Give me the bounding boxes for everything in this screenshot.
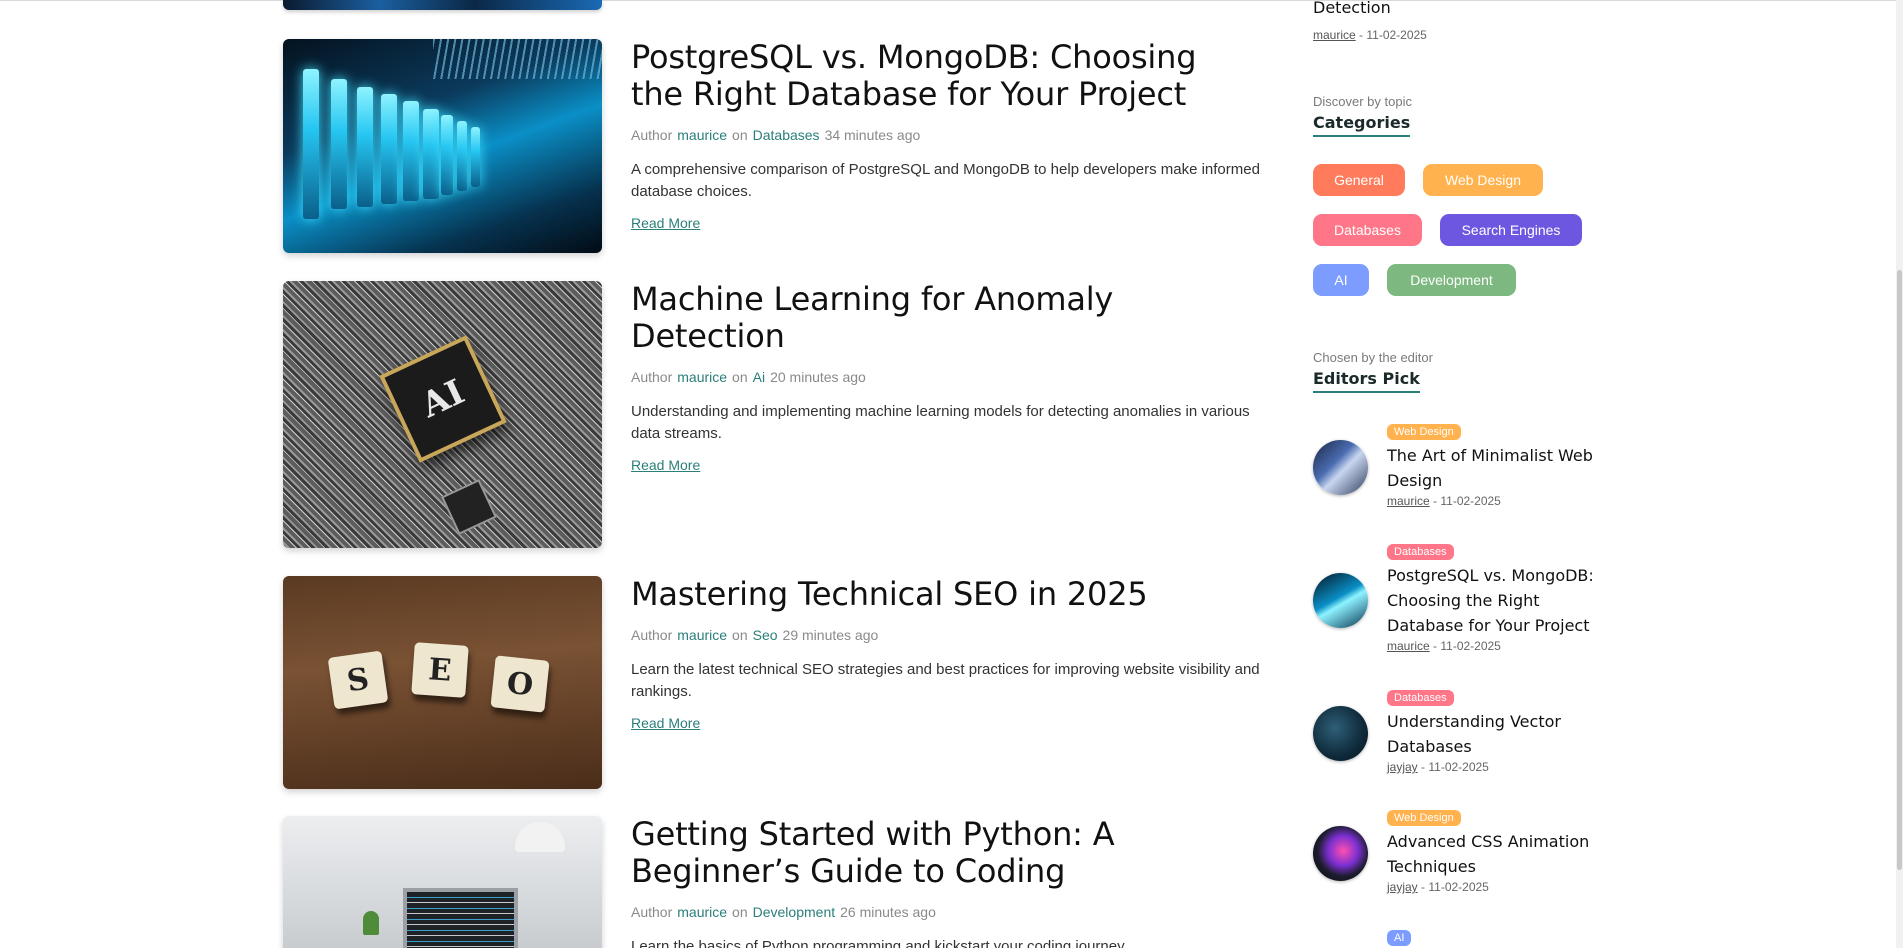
post-time: 26 minutes ago [840,904,936,920]
category-pill-ai[interactable]: AI [1313,264,1369,296]
category-link[interactable]: Seo [753,627,778,643]
categories-heading: Categories [1313,113,1411,137]
post-avatar[interactable] [1313,706,1368,761]
categories-header: Discover by topic Categories [1313,94,1412,137]
post-time: 29 minutes ago [782,627,879,643]
read-more-link[interactable]: Read More [631,715,700,731]
post-time: 20 minutes ago [770,369,866,385]
post-thumbnail[interactable]: S E O [283,576,602,789]
category-badge[interactable]: Web Design [1387,424,1461,440]
read-more-link[interactable]: Read More [631,215,700,231]
post-meta: Author maurice on Development 26 minutes ago [631,904,936,920]
editors-pick-heading: Editors Pick [1313,369,1420,393]
author-link[interactable]: maurice [1387,639,1430,653]
category-link[interactable]: Development [753,904,836,920]
post-title[interactable]: Mastering Technical SEO in 2025 [631,576,1271,613]
post-meta: Author maurice on Seo 29 minutes ago [631,627,879,643]
previous-post-image[interactable] [283,0,602,10]
categories-kicker: Discover by topic [1313,94,1412,109]
workspace-image [283,816,602,948]
editors-pick-title[interactable]: PostgreSQL vs. MongoDB: Choosing the Righ… [1387,563,1632,638]
category-badge[interactable]: Databases [1387,544,1454,560]
author-link[interactable]: maurice [677,904,727,920]
category-pill-search-engines[interactable]: Search Engines [1440,214,1582,246]
editors-pick-kicker: Chosen by the editor [1313,350,1433,365]
editors-pick-title[interactable]: The Art of Minimalist Web Design [1387,443,1632,493]
post-excerpt: Learn the latest technical SEO strategie… [631,661,1260,700]
category-pill-general[interactable]: General [1313,164,1405,196]
category-badge[interactable]: Databases [1387,690,1454,706]
category-badge[interactable]: Web Design [1387,810,1461,826]
author-link[interactable]: maurice [677,627,727,643]
post-avatar[interactable] [1313,573,1368,628]
read-more-link[interactable]: Read More [631,457,700,473]
author-link[interactable]: maurice [677,369,727,385]
author-link[interactable]: maurice [1313,28,1356,42]
author-link[interactable]: maurice [1387,494,1430,508]
post-title[interactable]: Machine Learning for Anomaly Detection [631,281,1271,355]
post-title[interactable]: Getting Started with Python: A Beginner’s… [631,816,1271,890]
post-avatar[interactable] [1313,440,1368,495]
post-thumbnail[interactable] [283,816,602,948]
editors-pick-title[interactable]: Advanced CSS Animation Techniques [1387,829,1632,879]
post-excerpt: A comprehensive comparison of PostgreSQL… [631,161,1260,200]
post-excerpt: Understanding and implementing machine l… [631,403,1250,442]
server-rack-image [283,39,602,253]
author-link[interactable]: jayjay [1387,760,1418,774]
editors-pick-header: Chosen by the editor Editors Pick [1313,350,1433,393]
category-pill-development[interactable]: Development [1387,264,1516,296]
editors-pick-meta: jayjay - 11-02-2025 [1387,880,1489,894]
post-title[interactable]: PostgreSQL vs. MongoDB: Choosing the Righ… [631,39,1271,113]
editors-pick-title[interactable]: Understanding Vector Databases [1387,709,1632,759]
ai-chip-image: AI [283,281,602,548]
sidebar-previous-meta: maurice - 11-02-2025 [1313,28,1427,42]
sidebar-previous-title[interactable]: Detection [1313,0,1391,17]
editors-pick-meta: maurice - 11-02-2025 [1387,639,1501,653]
post-meta: Author maurice on Ai 20 minutes ago [631,369,866,385]
category-link[interactable]: Databases [753,127,820,143]
category-link[interactable]: Ai [753,369,765,385]
category-badge[interactable]: AI [1387,930,1412,946]
seo-tiles-image: S E O [283,576,602,789]
post-meta: Author maurice on Databases 34 minutes ago [631,127,921,143]
post-avatar[interactable] [1313,826,1368,881]
scrollbar-thumb[interactable] [1897,270,1902,870]
category-pill-web-design[interactable]: Web Design [1423,164,1543,196]
post-thumbnail[interactable] [283,39,602,253]
editors-pick-meta: maurice - 11-02-2025 [1387,494,1501,508]
post-excerpt: Learn the basics of Python programming a… [631,938,1128,948]
author-link[interactable]: maurice [677,127,727,143]
post-time: 34 minutes ago [824,127,921,143]
author-link[interactable]: jayjay [1387,880,1418,894]
category-pill-databases[interactable]: Databases [1313,214,1422,246]
page-scrollbar[interactable] [1896,0,1903,948]
editors-pick-meta: jayjay - 11-02-2025 [1387,760,1489,774]
post-thumbnail[interactable]: AI [283,281,602,548]
